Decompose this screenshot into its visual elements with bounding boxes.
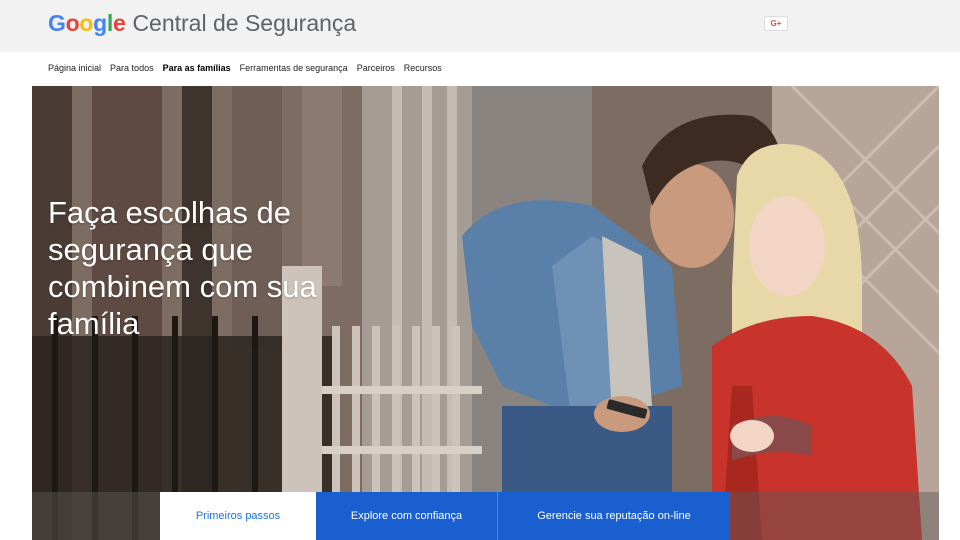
site-header: Google Central de Segurança G+ <box>0 0 960 52</box>
logo-letter: e <box>112 10 126 36</box>
nav-item-home[interactable]: Página inicial <box>48 63 101 73</box>
nav-item-for-everyone[interactable]: Para todos <box>110 63 154 73</box>
logo-letter: o <box>79 10 94 36</box>
section-tabs: Primeiros passos Explore com confiança G… <box>160 492 730 540</box>
product-name: Central de Segurança <box>132 10 357 36</box>
logo-letter: o <box>65 10 80 36</box>
tab-explore-with-confidence[interactable]: Explore com confiança <box>316 492 498 540</box>
google-wordmark: Google <box>48 10 126 37</box>
hero-banner: Faça escolhas de segurança que combinem … <box>32 86 939 540</box>
nav-item-partners[interactable]: Parceiros <box>357 63 395 73</box>
nav-item-resources[interactable]: Recursos <box>404 63 442 73</box>
google-plus-icon[interactable]: G+ <box>764 16 788 31</box>
logo-letter: g <box>93 10 107 36</box>
main-navigation: Página inicial Para todos Para as famíli… <box>48 52 451 84</box>
hero-title: Faça escolhas de segurança que combinem … <box>48 195 317 341</box>
nav-item-for-families[interactable]: Para as famílias <box>163 63 231 73</box>
tab-getting-started[interactable]: Primeiros passos <box>160 492 316 540</box>
tab-manage-online-reputation[interactable]: Gerencie sua reputação on-line <box>498 492 730 540</box>
google-safety-center-logo[interactable]: Google Central de Segurança <box>48 10 356 42</box>
logo-letter: G <box>48 10 66 36</box>
nav-item-safety-tools[interactable]: Ferramentas de segurança <box>240 63 348 73</box>
